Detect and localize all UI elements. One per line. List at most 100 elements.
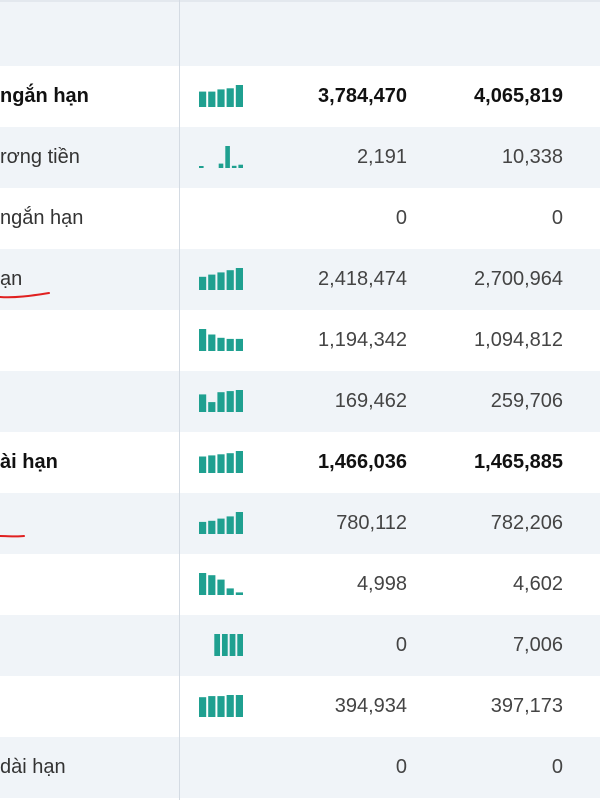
sparkline-bar: [226, 338, 234, 351]
sparkline-bar: [199, 91, 207, 107]
sparkline-bar: [231, 165, 237, 168]
sparkline-chart: [199, 451, 243, 473]
sparkline-bar: [199, 394, 207, 412]
table-row[interactable]: 0 7,006: [0, 615, 600, 676]
sparkline: [199, 188, 243, 249]
sparkline-bar: [235, 592, 243, 595]
value-col-2: 4,602: [512, 573, 563, 595]
sparkline-bar: [208, 455, 216, 473]
table-row[interactable]: 4,998 4,602: [0, 554, 600, 615]
table-row[interactable]: 394,934 397,173: [0, 676, 600, 737]
sparkline-chart: [199, 390, 243, 412]
table-row[interactable]: ài hạn 1,466,036 1,465,885: [0, 432, 600, 493]
sparkline-chart: [199, 329, 243, 351]
value-col-1: 1,194,342: [318, 329, 407, 351]
value-col-2: 4,065,819: [474, 85, 563, 107]
table-row[interactable]: 780,112 782,206: [0, 493, 600, 554]
sparkline-bar: [237, 634, 243, 656]
value-col-2: 0: [551, 207, 563, 229]
sparkline-bar: [208, 520, 216, 534]
sparkline: [199, 737, 243, 798]
value-col-2: 1,094,812: [474, 329, 563, 351]
table-header-row: [0, 2, 600, 66]
value-col-1: 0: [395, 634, 407, 656]
value-col-1: 169,462: [334, 390, 407, 412]
value-col-2: 259,706: [490, 390, 563, 412]
sparkline-bar: [199, 521, 207, 534]
sparkline: [199, 493, 243, 554]
value-col-1: 3,784,470: [318, 85, 407, 107]
sparkline-bar: [235, 85, 243, 107]
sparkline-bar: [235, 451, 243, 473]
sparkline-bar: [226, 453, 234, 473]
sparkline-bar: [226, 588, 234, 595]
sparkline-bar: [199, 697, 207, 717]
sparkline-bar: [226, 516, 234, 534]
sparkline-bar: [217, 89, 225, 107]
value-col-1: 0: [395, 756, 407, 778]
value-col-1: 394,934: [334, 695, 407, 717]
row-label: ngắn hạn: [0, 85, 89, 107]
sparkline-chart: [199, 146, 243, 168]
sparkline: [199, 615, 243, 676]
sparkline: [199, 310, 243, 371]
sparkline: [199, 432, 243, 493]
row-label: rơng tiền: [0, 146, 80, 168]
value-col-2: 397,173: [490, 695, 563, 717]
sparkline-bar: [199, 329, 207, 351]
sparkline-bar: [199, 456, 207, 473]
sparkline-bar: [199, 573, 207, 595]
table-row[interactable]: rơng tiền 2,191 10,338: [0, 127, 600, 188]
sparkline-bar: [226, 695, 234, 717]
sparkline-chart: [214, 634, 243, 656]
sparkline-chart: [199, 268, 243, 290]
table-row[interactable]: dài hạn 0 0: [0, 737, 600, 798]
sparkline: [199, 127, 243, 188]
sparkline-bar: [226, 88, 234, 107]
value-col-1: 4,998: [356, 573, 407, 595]
sparkline: [199, 249, 243, 310]
row-label: dài hạn: [0, 756, 66, 778]
value-col-2: 2,700,964: [474, 268, 563, 290]
table-row[interactable]: ngắn hạn 3,784,470 4,065,819: [0, 66, 600, 127]
sparkline-chart: [199, 512, 243, 534]
sparkline-bar: [217, 392, 225, 412]
red-underline-annotation: [0, 535, 25, 538]
sparkline-bar: [217, 337, 225, 351]
table-row[interactable]: 1,194,342 1,094,812: [0, 310, 600, 371]
table-row[interactable]: ạn 2,418,474 2,700,964: [0, 249, 600, 310]
sparkline-bar: [217, 518, 225, 534]
red-underline-annotation: [0, 292, 50, 299]
value-col-2: 0: [551, 756, 563, 778]
sparkline-bar: [214, 634, 220, 656]
sparkline-bar: [226, 391, 234, 412]
sparkline-bar: [226, 270, 234, 290]
row-label: ngắn hạn: [0, 207, 84, 229]
sparkline-bar: [225, 146, 230, 168]
sparkline-bar: [235, 390, 243, 412]
sparkline-bar: [235, 268, 243, 290]
table-row[interactable]: ngắn hạn 0 0: [0, 188, 600, 249]
sparkline-bar: [208, 575, 216, 595]
sparkline-bar: [217, 696, 225, 717]
sparkline-bar: [218, 163, 224, 168]
table-row[interactable]: 169,462 259,706: [0, 371, 600, 432]
column-divider: [179, 0, 180, 800]
value-col-1: 2,191: [356, 146, 407, 168]
value-col-1: 0: [395, 207, 407, 229]
sparkline-chart: [199, 695, 243, 717]
sparkline-bar: [208, 91, 216, 107]
sparkline-bar: [208, 696, 216, 717]
sparkline-bar: [199, 276, 207, 290]
sparkline-bar: [208, 402, 216, 412]
sparkline-bar: [235, 338, 243, 351]
sparkline-bar: [238, 164, 243, 168]
sparkline-bar: [208, 334, 216, 351]
sparkline-chart: [199, 573, 243, 595]
row-label: ài hạn: [0, 451, 58, 473]
sparkline: [199, 676, 243, 737]
value-col-2: 10,338: [501, 146, 563, 168]
sparkline-bar: [229, 634, 236, 656]
sparkline: [199, 371, 243, 432]
sparkline-bar: [199, 166, 204, 168]
